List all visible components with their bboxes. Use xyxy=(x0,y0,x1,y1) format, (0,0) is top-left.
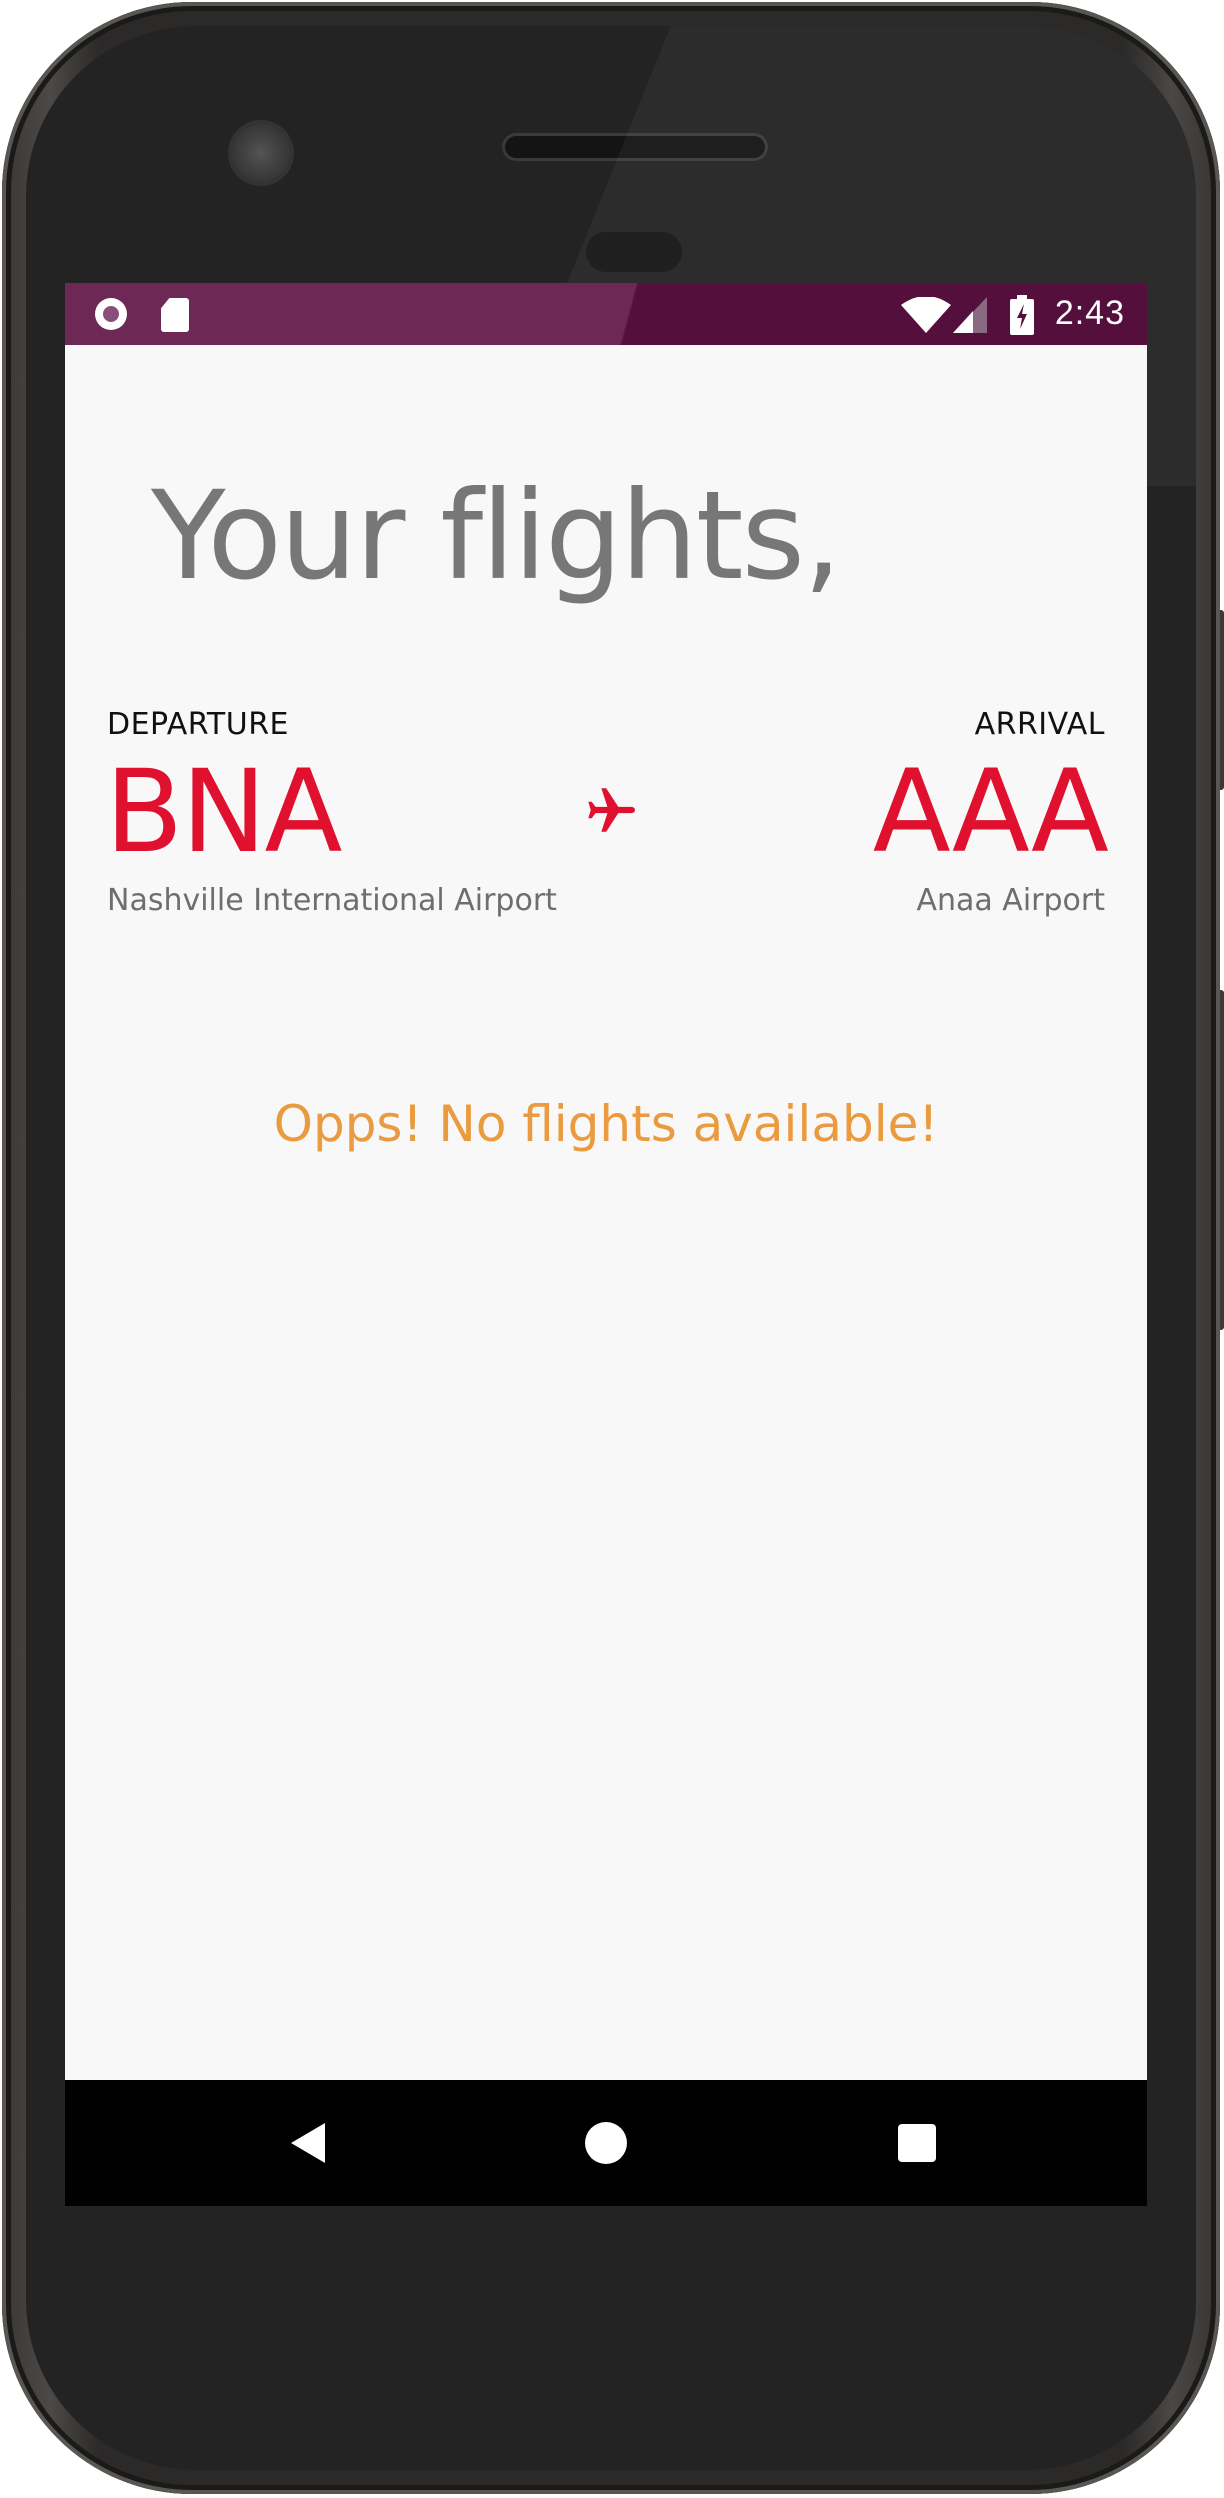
recents-icon[interactable] xyxy=(891,2117,943,2169)
arrival-airport: Anaa Airport xyxy=(916,883,1105,918)
page-title: Your flights, xyxy=(151,465,842,607)
phone-device: 2:43 Your flights, DEPARTURE BNA Nashvil… xyxy=(0,0,1224,2498)
airplane-icon xyxy=(588,788,635,832)
sd-card-icon xyxy=(161,298,189,332)
earpiece-speaker xyxy=(502,133,768,161)
record-icon xyxy=(95,298,127,330)
flights-content: Your flights, DEPARTURE BNA Nashville In… xyxy=(65,345,1147,2025)
status-bar: 2:43 xyxy=(65,283,1147,345)
battery-charging-icon xyxy=(1010,295,1034,335)
wifi-icon xyxy=(901,297,951,333)
navigation-bar xyxy=(65,2080,1147,2206)
proximity-sensor xyxy=(586,232,682,272)
status-time: 2:43 xyxy=(1054,294,1125,332)
cell-signal-icon xyxy=(953,297,987,333)
back-icon[interactable] xyxy=(285,2117,337,2169)
front-camera xyxy=(232,124,290,182)
departure-code: BNA xyxy=(105,745,342,878)
departure-label: DEPARTURE xyxy=(107,707,289,742)
arrival-label: ARRIVAL xyxy=(974,707,1105,742)
home-icon[interactable] xyxy=(580,2117,632,2169)
departure-airport: Nashville International Airport xyxy=(107,883,557,918)
arrival-code: AAA xyxy=(872,745,1109,878)
app-screen: 2:43 Your flights, DEPARTURE BNA Nashvil… xyxy=(65,283,1147,2206)
no-flights-message: Opps! No flights available! xyxy=(273,1095,939,1153)
